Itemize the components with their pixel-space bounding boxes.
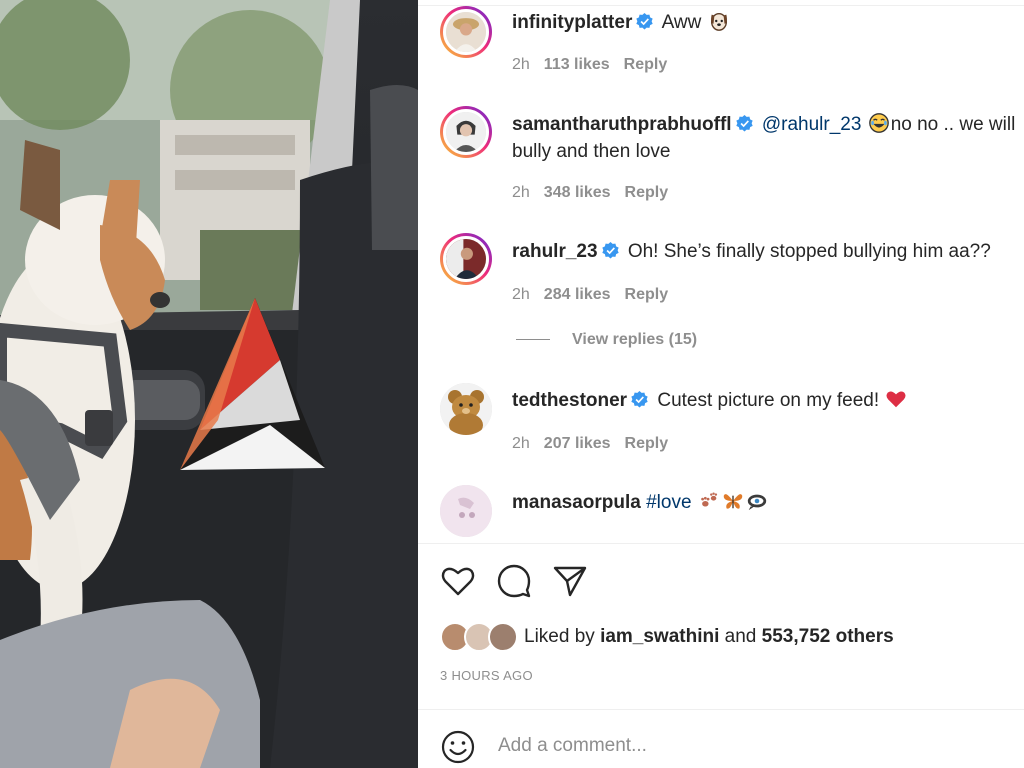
comment-body: Cutest picture on my feed! — [657, 390, 880, 411]
emoji-smile-icon[interactable] — [440, 729, 476, 765]
avatar[interactable] — [440, 233, 492, 285]
comment-username[interactable]: tedthestoner — [512, 390, 627, 411]
user-photo-icon — [446, 112, 486, 152]
post-timestamp[interactable]: 3 HOURS AGO — [440, 668, 533, 683]
verified-badge-icon — [631, 391, 648, 408]
verified-badge-icon — [636, 13, 654, 30]
comment-likes[interactable]: 113 likes — [544, 56, 610, 73]
reply-button[interactable]: Reply — [625, 286, 669, 303]
view-replies-button[interactable]: View replies (15) — [516, 331, 697, 349]
comment-username[interactable]: samantharuthprabhuoffl — [512, 114, 732, 135]
comment-body-line2: bully and then love — [512, 141, 671, 162]
teddy-bear-avatar-icon — [440, 383, 492, 435]
post-photo[interactable] — [0, 0, 418, 768]
comment-meta: 2h 348 likes Reply — [512, 184, 682, 202]
comment-meta: 2h 207 likes Reply — [512, 435, 682, 453]
comment-username[interactable]: rahulr_23 — [512, 241, 598, 262]
add-comment-input[interactable]: Add a comment... — [498, 735, 647, 757]
comment-body: no no .. we will — [890, 114, 1016, 135]
avatar[interactable] — [440, 6, 492, 58]
liked-by-conjunction: and — [724, 626, 757, 647]
section-divider — [418, 543, 1024, 544]
add-comment-bar: Add a comment... — [418, 709, 1024, 768]
comment-time: 2h — [512, 435, 530, 452]
comment-body: Aww — [661, 12, 702, 33]
liked-by-prefix: Liked by — [524, 626, 595, 647]
liked-by-count[interactable]: 553,752 others — [762, 626, 894, 647]
comment-time: 2h — [512, 286, 530, 303]
view-replies-label: View replies (15) — [572, 331, 698, 348]
mention-link[interactable]: @rahulr_23 — [762, 114, 862, 135]
dog-face-icon — [710, 12, 727, 31]
comment-meta: 2h 284 likes Reply — [512, 286, 682, 304]
comment-text: tedthestoner Cutest picture on my feed! — [512, 387, 1024, 414]
eye-in-speech-bubble-icon — [747, 494, 766, 511]
verified-badge-icon — [601, 242, 619, 259]
heart-outline-icon — [441, 567, 475, 596]
comments-list[interactable]: infinityplatter Aww 2h 113 likes Reply s… — [418, 0, 1024, 543]
comment-username[interactable]: manasaorpula — [512, 492, 641, 513]
comment-time: 2h — [512, 56, 530, 73]
comment-time: 2h — [512, 184, 530, 201]
comment-text: infinityplatter Aww — [512, 9, 1024, 36]
share-button[interactable] — [552, 563, 588, 599]
reply-button[interactable]: Reply — [624, 56, 668, 73]
comment-likes[interactable]: 348 likes — [544, 184, 611, 201]
comment-body: Oh! She’s finally stopped bullying him a… — [627, 241, 991, 262]
comment-text: samantharuthprabhuoffl @rahulr_23 no no … — [512, 111, 1024, 165]
liker-avatar — [488, 622, 518, 652]
verified-badge-icon — [735, 115, 753, 132]
avatar[interactable] — [440, 485, 492, 537]
comments-panel: infinityplatter Aww 2h 113 likes Reply s… — [418, 0, 1024, 768]
comment-text: rahulr_23 Oh! She’s finally stopped bull… — [512, 238, 1024, 265]
top-divider — [418, 0, 1024, 6]
butterfly-icon — [723, 494, 743, 509]
paw-prints-icon — [701, 492, 717, 507]
liker-avatars[interactable] — [440, 622, 520, 652]
paper-plane-icon — [553, 566, 587, 597]
comment-meta: 2h 113 likes Reply — [512, 56, 681, 74]
red-heart-icon — [886, 391, 906, 408]
user-photo-icon — [446, 239, 486, 279]
comment-button[interactable] — [496, 563, 532, 599]
comment-text: manasaorpula #love — [512, 489, 1024, 516]
view-replies-line — [516, 339, 550, 341]
comment-likes[interactable]: 284 likes — [544, 286, 611, 303]
liked-by-user[interactable]: iam_swathini — [600, 626, 719, 647]
user-photo-icon — [446, 12, 486, 52]
user-photo-icon — [440, 485, 492, 537]
comment-likes[interactable]: 207 likes — [544, 435, 611, 452]
dog-in-car-photo — [0, 0, 418, 768]
hashtag-link[interactable]: #love — [646, 492, 691, 513]
comment-username[interactable]: infinityplatter — [512, 12, 632, 33]
liked-by-text: Liked by iam_swathini and 553,752 others — [524, 626, 894, 648]
avatar[interactable] — [440, 383, 492, 435]
reply-button[interactable]: Reply — [625, 184, 669, 201]
comment-bubble-icon — [497, 564, 531, 598]
reply-button[interactable]: Reply — [625, 435, 669, 452]
laughing-face-icon — [868, 113, 889, 133]
avatar[interactable] — [440, 106, 492, 158]
like-button[interactable] — [440, 563, 476, 599]
